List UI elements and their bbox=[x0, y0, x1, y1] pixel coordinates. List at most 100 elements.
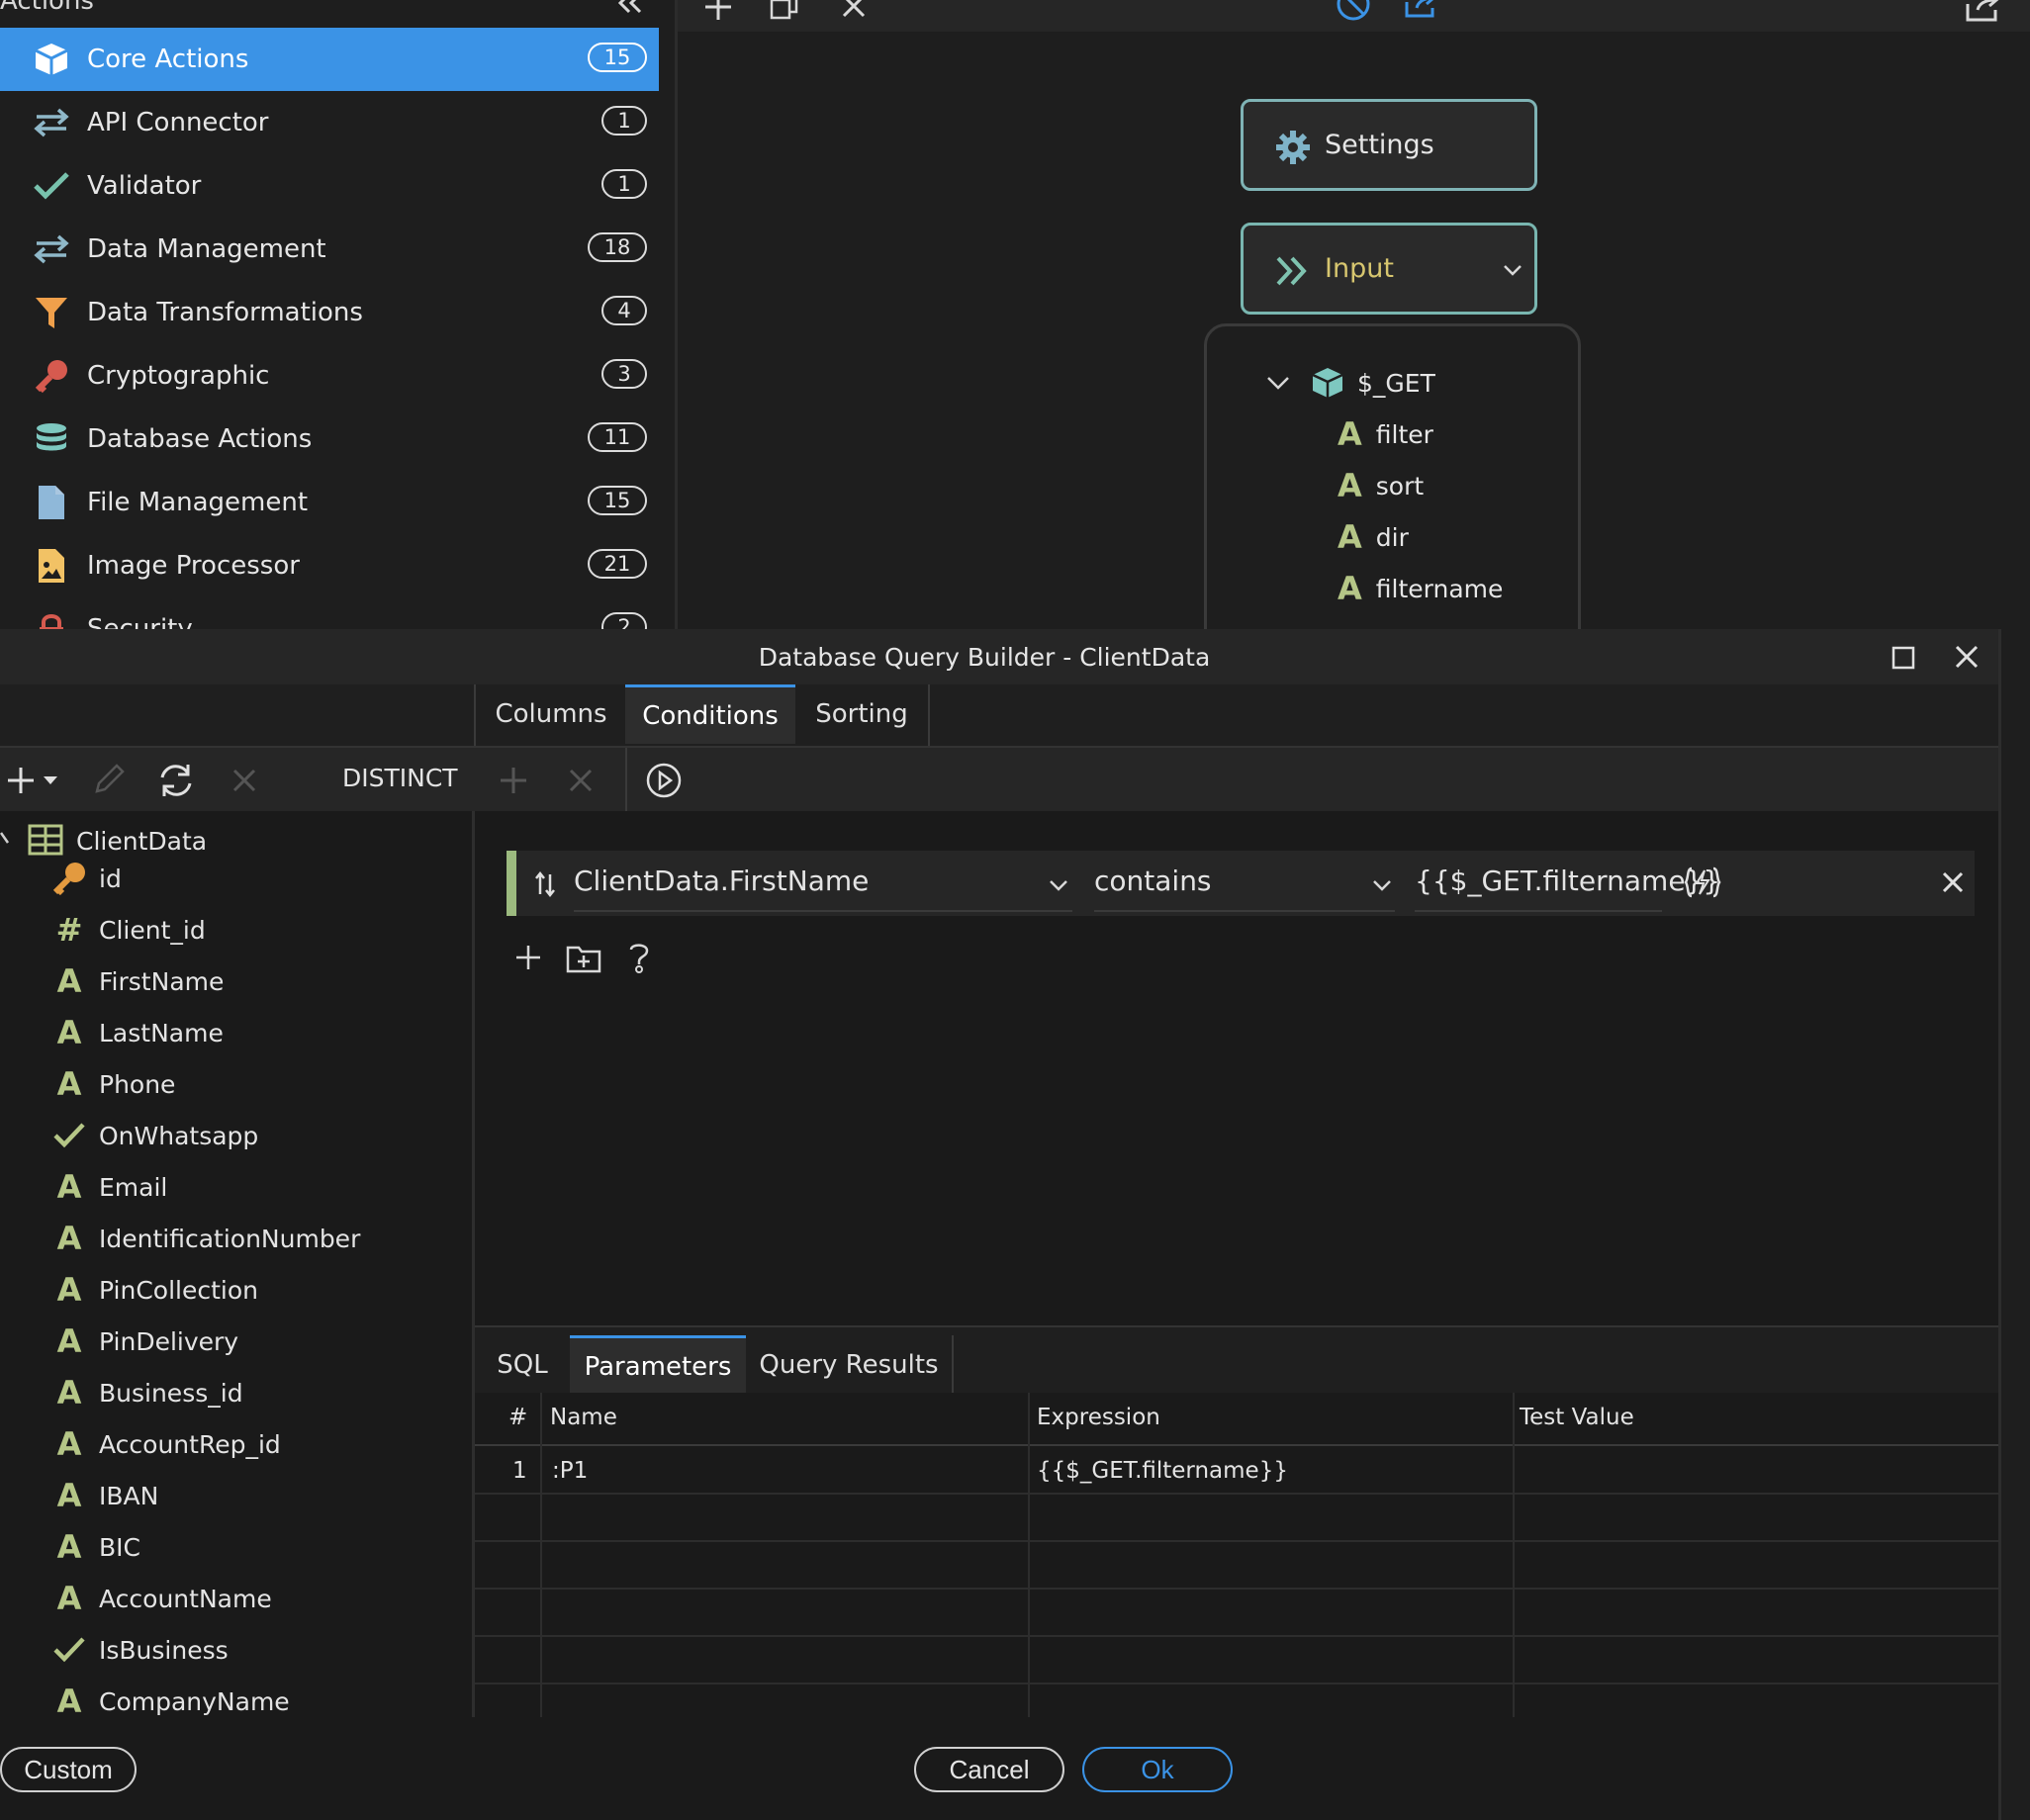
chevron-down-icon[interactable] bbox=[1503, 263, 1522, 277]
collapse-panel-icon[interactable] bbox=[615, 0, 645, 14]
add-condition-disabled-icon[interactable] bbox=[499, 766, 528, 795]
tab-parameters[interactable]: Parameters bbox=[570, 1335, 746, 1395]
count-badge: 1 bbox=[601, 169, 647, 199]
action-category-data-transformations[interactable]: Data Transformations 4 bbox=[0, 281, 659, 344]
column-item[interactable]: OnWhatsapp bbox=[0, 1116, 465, 1155]
arrows-exchange-icon bbox=[32, 231, 71, 267]
column-item[interactable]: A CompanyName bbox=[0, 1682, 465, 1717]
column-item[interactable]: A LastName bbox=[0, 1013, 465, 1052]
action-category-cryptographic[interactable]: Cryptographic 3 bbox=[0, 344, 659, 408]
condition-field-select[interactable]: ClientData.FirstName bbox=[574, 864, 869, 897]
input-step[interactable]: Input bbox=[1241, 223, 1537, 315]
refresh-icon[interactable] bbox=[156, 762, 196, 799]
action-category-api-connector[interactable]: API Connector 1 bbox=[0, 91, 659, 154]
delete-step-icon[interactable] bbox=[840, 0, 868, 20]
condition-value-input[interactable]: {{$_GET.filtername}} bbox=[1415, 864, 1720, 897]
tab-sql[interactable]: SQL bbox=[475, 1335, 570, 1395]
action-category-database-actions[interactable]: Database Actions 11 bbox=[0, 408, 659, 471]
help-icon[interactable] bbox=[625, 940, 653, 975]
column-name: PinDelivery bbox=[99, 1326, 239, 1356]
column-name: IdentificationNumber bbox=[99, 1224, 361, 1253]
param-name-cell[interactable]: :P1 bbox=[552, 1458, 588, 1484]
column-item[interactable]: A BIC bbox=[0, 1527, 465, 1567]
column-item[interactable]: A IdentificationNumber bbox=[0, 1219, 465, 1258]
add-step-icon[interactable] bbox=[702, 0, 734, 22]
count-badge: 3 bbox=[601, 359, 647, 389]
column-item[interactable]: A AccountRep_id bbox=[0, 1424, 465, 1464]
dynamic-data-icon[interactable] bbox=[1684, 864, 1721, 900]
distinct-toggle[interactable]: DISTINCT bbox=[342, 764, 458, 792]
disable-icon[interactable] bbox=[1336, 0, 1371, 22]
cancel-button[interactable]: Cancel bbox=[914, 1747, 1064, 1792]
tab-query-results[interactable]: Query Results bbox=[746, 1335, 952, 1395]
action-category-image-processor[interactable]: Image Processor 21 bbox=[0, 534, 659, 597]
chevron-down-icon[interactable] bbox=[1266, 375, 1290, 391]
share-icon[interactable] bbox=[1964, 0, 2003, 24]
count-badge: 4 bbox=[601, 296, 647, 325]
action-category-label: Data Management bbox=[87, 234, 326, 264]
export-icon[interactable] bbox=[1403, 0, 1440, 22]
key-icon bbox=[32, 358, 71, 394]
tree-param-dir[interactable]: Adir bbox=[1338, 518, 1409, 556]
tree-param-sort[interactable]: Asort bbox=[1338, 467, 1424, 504]
column-item[interactable]: # Client_id bbox=[0, 910, 465, 950]
column-header-expression[interactable]: Expression bbox=[1037, 1405, 1160, 1430]
column-name: IsBusiness bbox=[99, 1635, 229, 1665]
param-expression-cell[interactable]: {{$_GET.filtername}} bbox=[1037, 1458, 1288, 1484]
column-item[interactable]: A IBAN bbox=[0, 1476, 465, 1515]
tree-param-filter[interactable]: Afilter bbox=[1338, 415, 1433, 453]
remove-icon[interactable] bbox=[231, 768, 257, 793]
column-item[interactable]: A PinDelivery bbox=[0, 1321, 465, 1361]
action-category-label: Security bbox=[87, 614, 193, 629]
column-header-name[interactable]: Name bbox=[550, 1405, 617, 1430]
column-header-test-value[interactable]: Test Value bbox=[1520, 1405, 1634, 1430]
row-number: 1 bbox=[512, 1458, 527, 1484]
column-item[interactable]: A FirstName bbox=[0, 961, 465, 1001]
remove-condition-icon[interactable] bbox=[1941, 870, 1965, 894]
column-item[interactable]: id bbox=[0, 859, 465, 898]
column-item[interactable]: A Business_id bbox=[0, 1373, 465, 1412]
settings-step[interactable]: Settings bbox=[1241, 99, 1537, 191]
column-item[interactable]: A Email bbox=[0, 1167, 465, 1207]
text-type-icon: A bbox=[56, 1425, 82, 1463]
tree-param-label: sort bbox=[1375, 471, 1425, 500]
action-category-label: API Connector bbox=[87, 108, 269, 137]
action-category-security[interactable]: Security 2 bbox=[0, 597, 659, 629]
sort-arrows-icon[interactable] bbox=[534, 870, 556, 898]
copy-icon[interactable] bbox=[769, 0, 800, 22]
text-type-icon: A bbox=[56, 962, 82, 1000]
action-category-data-management[interactable]: Data Management 18 bbox=[0, 218, 659, 281]
tab-columns[interactable]: Columns bbox=[477, 684, 625, 744]
column-item[interactable]: A PinCollection bbox=[0, 1270, 465, 1310]
action-category-label: Cryptographic bbox=[87, 361, 270, 391]
column-item[interactable]: IsBusiness bbox=[0, 1630, 465, 1670]
column-name: BIC bbox=[99, 1532, 140, 1562]
text-type-icon: A bbox=[56, 1014, 82, 1051]
dialog-footer: Custom Cancel Ok bbox=[0, 1717, 1998, 1820]
count-badge: 1 bbox=[601, 106, 647, 136]
add-group-icon[interactable] bbox=[566, 944, 601, 973]
edit-icon[interactable] bbox=[91, 764, 127, 797]
tree-group-get[interactable]: $_GET bbox=[1266, 366, 1435, 400]
condition-operator-select[interactable]: contains bbox=[1094, 864, 1212, 897]
condition-row[interactable]: ClientData.FirstName contains {{$_GET.fi… bbox=[507, 851, 1975, 916]
column-item[interactable]: A AccountName bbox=[0, 1579, 465, 1618]
add-condition-icon[interactable] bbox=[514, 944, 542, 971]
chevron-down-icon[interactable] bbox=[1049, 878, 1068, 892]
add-dropdown-button[interactable] bbox=[6, 766, 59, 795]
action-category-validator[interactable]: Validator 1 bbox=[0, 154, 659, 218]
text-type-icon: A bbox=[56, 1168, 82, 1206]
column-item[interactable]: A Phone bbox=[0, 1064, 465, 1104]
tab-sorting[interactable]: Sorting bbox=[795, 684, 928, 744]
count-badge: 21 bbox=[588, 549, 647, 579]
run-query-icon[interactable] bbox=[645, 762, 683, 799]
tree-param-filtername[interactable]: Afiltername bbox=[1338, 570, 1503, 607]
action-category-file-management[interactable]: File Management 15 bbox=[0, 471, 659, 534]
action-category-core-actions[interactable]: Core Actions 15 bbox=[0, 28, 659, 91]
chevron-down-icon[interactable] bbox=[0, 829, 14, 849]
ok-button[interactable]: Ok bbox=[1082, 1747, 1233, 1792]
custom-button[interactable]: Custom bbox=[0, 1747, 137, 1792]
chevron-down-icon[interactable] bbox=[1372, 878, 1392, 892]
tab-conditions[interactable]: Conditions bbox=[625, 684, 795, 744]
delete-condition-disabled-icon[interactable] bbox=[568, 768, 594, 793]
